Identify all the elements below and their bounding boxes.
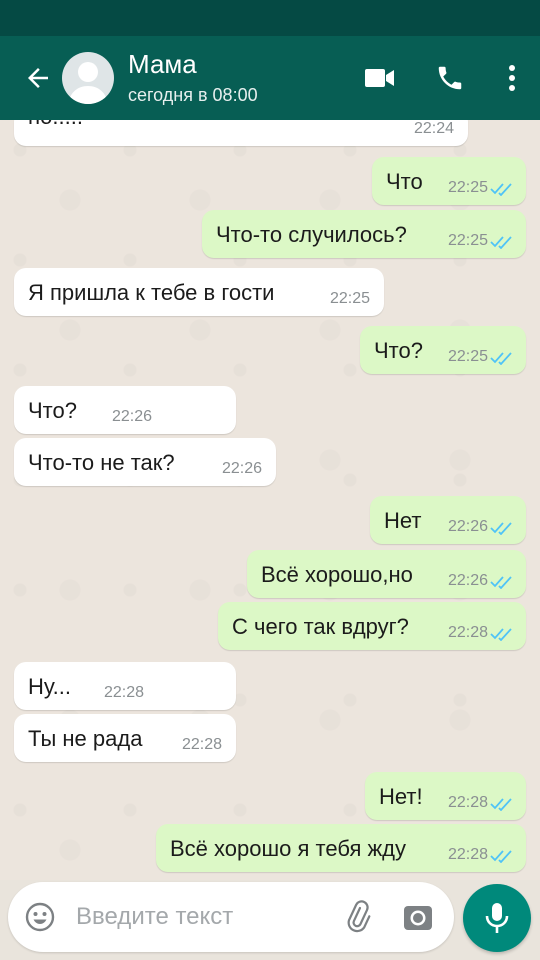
menu-button[interactable] xyxy=(492,50,532,106)
double-check-icon xyxy=(490,576,512,589)
message-text: С чего так вдруг? xyxy=(232,614,409,639)
message-text: Что-то не так? xyxy=(28,450,175,475)
message-bubble[interactable]: Что? 22:26 xyxy=(14,386,236,434)
message-bubble[interactable]: Всё хорошо я тебя жду 22:28 xyxy=(156,824,526,872)
message-time: 22:26 xyxy=(447,518,488,535)
message-text: Ну... xyxy=(28,674,72,699)
more-vertical-icon xyxy=(509,65,515,91)
message-time: 22:25 xyxy=(329,290,370,307)
message-text: Я пришла к тебе в гости xyxy=(28,280,275,305)
message-time: 22:25 xyxy=(447,179,488,196)
last-seen: сегодня в 08:00 xyxy=(128,85,258,105)
message-composer xyxy=(8,882,454,952)
message-time: 22:28 xyxy=(447,846,488,863)
double-check-icon xyxy=(490,522,512,535)
microphone-icon xyxy=(485,903,509,933)
voice-call-button[interactable] xyxy=(422,50,478,106)
message-time: 22:26 xyxy=(221,460,262,477)
contact-info[interactable]: Мама сегодня в 08:00 xyxy=(128,49,352,107)
message-list[interactable]: но..... 22:24 Что 22:25 Что-то случилось… xyxy=(0,120,540,880)
message-time: 22:25 xyxy=(447,348,488,365)
double-check-icon xyxy=(490,850,512,863)
message-text: Ты не рада xyxy=(28,726,143,751)
camera-icon[interactable] xyxy=(402,901,434,933)
message-time: 22:25 xyxy=(447,232,488,249)
message-text: Нет! xyxy=(379,784,423,809)
message-bubble[interactable]: Ну... 22:28 xyxy=(14,662,236,710)
message-time: 22:24 xyxy=(413,120,454,137)
double-check-icon xyxy=(490,352,512,365)
message-text: но..... xyxy=(28,120,83,130)
video-call-button[interactable] xyxy=(352,50,408,106)
message-text: Что? xyxy=(374,338,423,363)
message-bubble[interactable]: Я пришла к тебе в гости 22:25 xyxy=(14,268,384,316)
back-button[interactable] xyxy=(16,56,60,100)
double-check-icon xyxy=(490,183,512,196)
message-bubble[interactable]: С чего так вдруг? 22:28 xyxy=(218,602,526,650)
chat-header: Мама сегодня в 08:00 xyxy=(0,36,540,120)
message-bubble[interactable]: Что 22:25 xyxy=(372,157,526,205)
double-check-icon xyxy=(490,798,512,811)
message-text: Нет xyxy=(384,508,422,533)
message-bubble[interactable]: Что? 22:25 xyxy=(360,326,526,374)
double-check-icon xyxy=(490,236,512,249)
message-bubble[interactable]: Что-то не так? 22:26 xyxy=(14,438,276,486)
message-bubble[interactable]: но..... 22:24 xyxy=(14,120,468,146)
message-bubble[interactable]: Что-то случилось? 22:25 xyxy=(202,210,526,258)
message-text: Что-то случилось? xyxy=(216,222,407,247)
message-input[interactable] xyxy=(76,900,326,934)
message-time: 22:26 xyxy=(447,572,488,589)
double-check-icon xyxy=(490,628,512,641)
message-text: Что? xyxy=(28,398,77,423)
phone-icon xyxy=(438,66,462,90)
avatar-icon xyxy=(68,62,108,104)
contact-name: Мама xyxy=(128,49,197,79)
message-bubble[interactable]: Всё хорошо,но 22:26 xyxy=(247,550,526,598)
emoji-icon[interactable] xyxy=(24,901,56,933)
paperclip-icon[interactable] xyxy=(340,899,376,935)
message-time: 22:28 xyxy=(181,736,222,753)
arrow-left-icon xyxy=(28,68,48,88)
contact-avatar[interactable] xyxy=(62,52,114,104)
message-time: 22:26 xyxy=(111,408,152,425)
message-time: 22:28 xyxy=(103,684,144,701)
message-text: Что xyxy=(386,169,423,194)
video-camera-icon xyxy=(365,69,394,87)
status-bar xyxy=(0,0,540,36)
message-time: 22:28 xyxy=(447,794,488,811)
message-bubble[interactable]: Ты не рада 22:28 xyxy=(14,714,236,762)
message-time: 22:28 xyxy=(447,624,488,641)
message-text: Всё хорошо я тебя жду xyxy=(170,836,407,861)
message-bubble[interactable]: Нет! 22:28 xyxy=(365,772,526,820)
message-text: Всё хорошо,но xyxy=(261,562,413,587)
microphone-button[interactable] xyxy=(463,884,531,952)
message-bubble[interactable]: Нет 22:26 xyxy=(370,496,526,544)
